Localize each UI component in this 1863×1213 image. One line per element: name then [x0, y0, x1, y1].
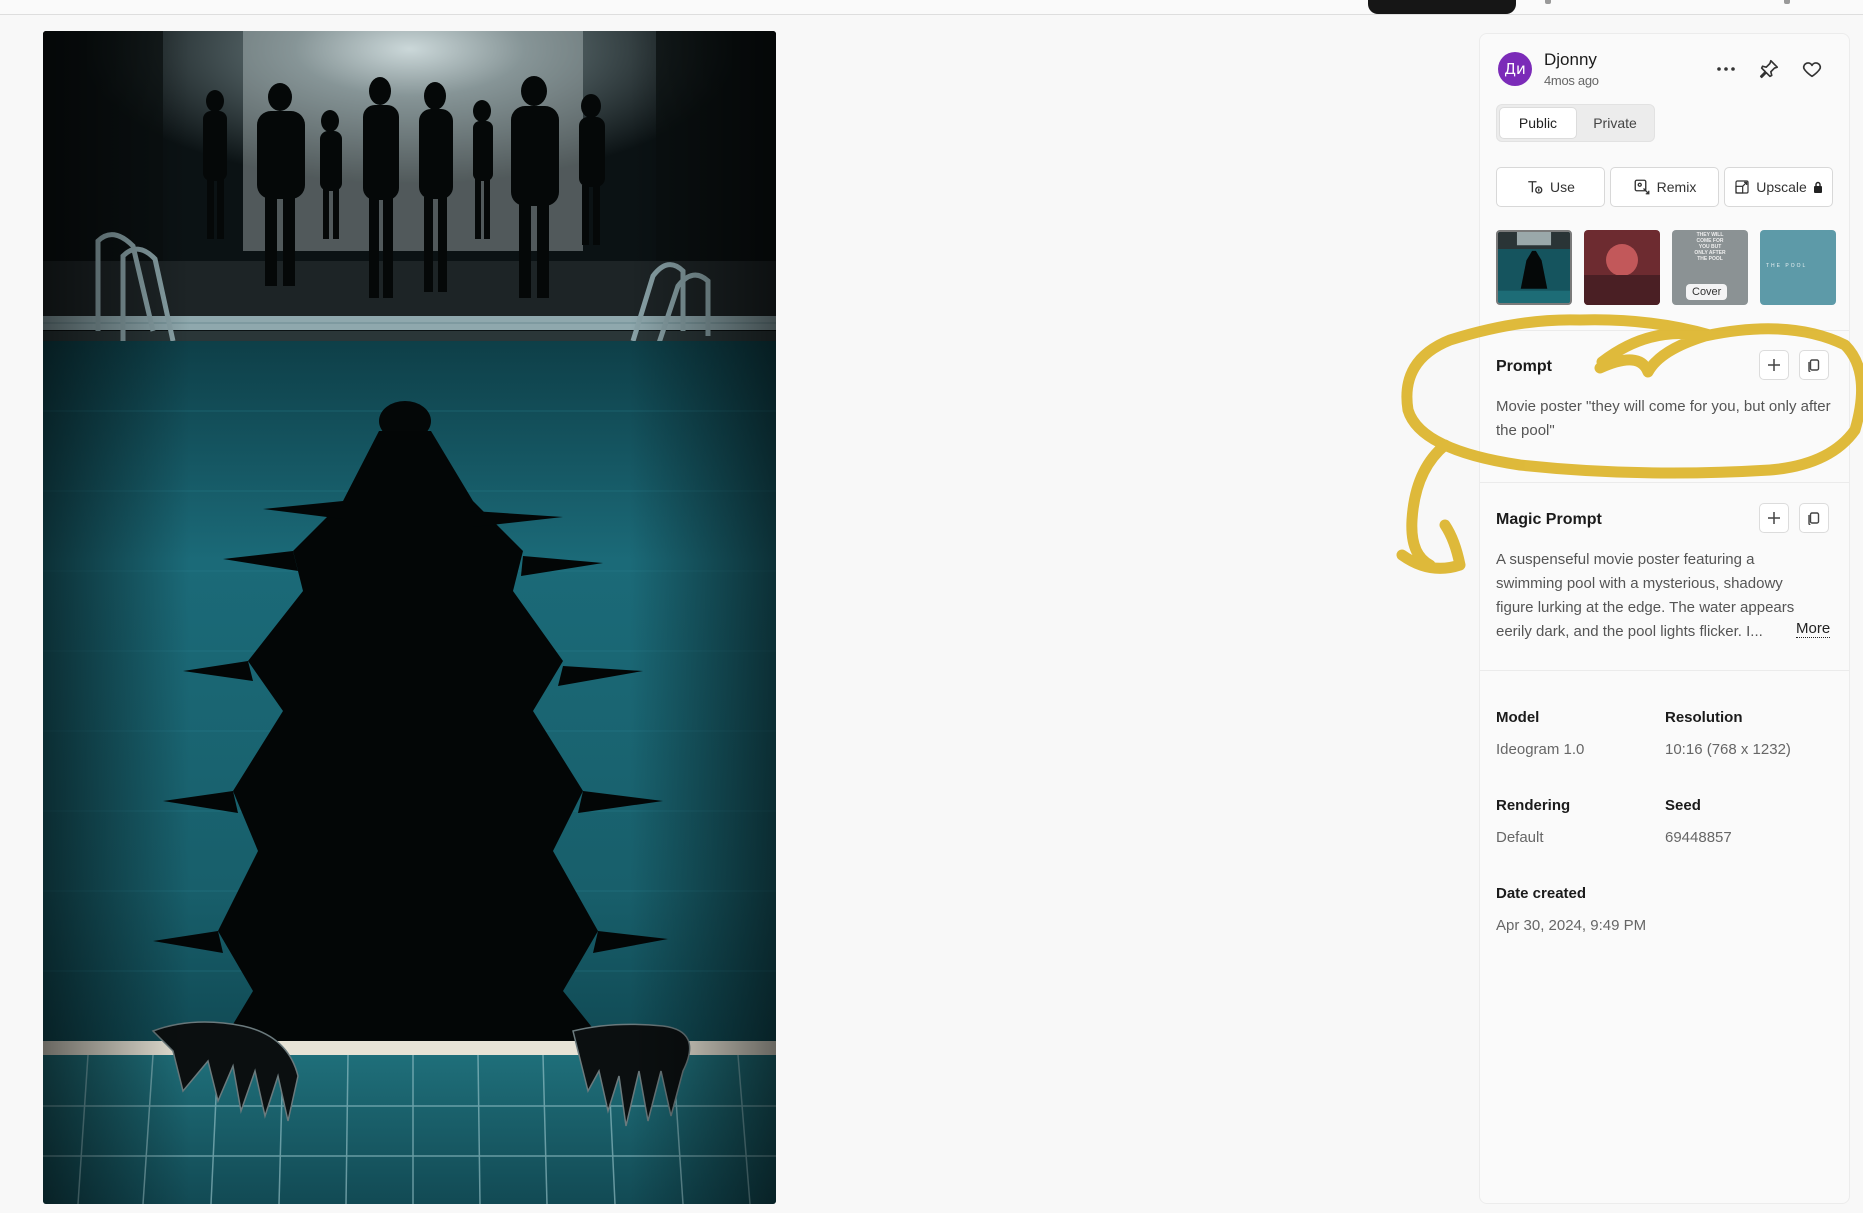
more-options-button[interactable] — [1710, 53, 1742, 85]
copy-prompt-button[interactable] — [1799, 350, 1829, 380]
thumbnail-4-text: THE POOL — [1766, 263, 1808, 269]
plus-icon — [1768, 512, 1780, 524]
use-button[interactable]: Use — [1496, 167, 1605, 207]
more-link[interactable]: More — [1796, 620, 1831, 638]
magic-prompt-title: Magic Prompt — [1496, 511, 1602, 528]
upscale-icon — [1735, 180, 1749, 194]
text-format-icon — [1528, 181, 1543, 194]
ellipsis-icon — [1717, 67, 1735, 71]
author-name[interactable]: Djonny — [1544, 50, 1597, 70]
like-button[interactable] — [1796, 53, 1828, 85]
thumbnail-2[interactable] — [1584, 230, 1660, 305]
upscale-label: Upscale — [1756, 179, 1807, 195]
divider — [1480, 670, 1849, 671]
visibility-toggle: Public Private — [1496, 104, 1655, 142]
author-header: Ди Djonny 4mos ago — [1480, 34, 1849, 94]
copy-magic-prompt-button[interactable] — [1799, 503, 1829, 533]
cover-badge: Cover — [1686, 284, 1728, 300]
top-bar-fragment — [1784, 0, 1790, 4]
remix-icon — [1634, 179, 1650, 195]
pin-icon — [1759, 59, 1779, 79]
use-label: Use — [1550, 179, 1575, 195]
upscale-button[interactable]: Upscale — [1724, 167, 1833, 207]
remix-label: Remix — [1656, 179, 1697, 195]
add-magic-prompt-button[interactable] — [1759, 503, 1789, 533]
visibility-private[interactable]: Private — [1577, 107, 1653, 139]
divider — [1480, 482, 1849, 483]
remix-button[interactable]: Remix — [1610, 167, 1719, 207]
thumbnail-1[interactable] — [1496, 230, 1572, 305]
image-details-panel: Ди Djonny 4mos ago Public Private Use Re… — [1479, 33, 1850, 1204]
top-bar — [0, 0, 1863, 15]
thumbnail-4[interactable]: THE POOL — [1760, 230, 1836, 305]
avatar[interactable]: Ди — [1498, 52, 1532, 86]
timestamp: 4mos ago — [1544, 73, 1599, 88]
resolution-label: Resolution — [1665, 709, 1743, 726]
copy-icon — [1808, 512, 1820, 525]
thumbnail-3[interactable]: THEY WILL COME FOR YOU BUT ONLY AFTER TH… — [1672, 230, 1748, 305]
prompt-title: Prompt — [1496, 358, 1552, 375]
heart-icon — [1802, 62, 1822, 78]
pin-button[interactable] — [1753, 53, 1785, 85]
generated-image[interactable] — [43, 31, 776, 1204]
visibility-public[interactable]: Public — [1499, 107, 1577, 139]
prompt-text: Movie poster "they will come for you, bu… — [1496, 398, 1831, 439]
seed-value: 69448857 — [1665, 829, 1732, 846]
model-label: Model — [1496, 709, 1540, 726]
rendering-value: Default — [1496, 829, 1544, 846]
divider — [1480, 330, 1849, 331]
top-bar-fragment — [1545, 0, 1551, 4]
top-dark-tab[interactable] — [1368, 0, 1516, 14]
copy-icon — [1808, 359, 1820, 372]
plus-icon — [1768, 359, 1780, 371]
rendering-label: Rendering — [1496, 797, 1571, 814]
model-value: Ideogram 1.0 — [1496, 741, 1585, 758]
add-prompt-button[interactable] — [1759, 350, 1789, 380]
magic-prompt-text: A suspenseful movie poster featuring a s… — [1496, 551, 1795, 640]
date-created-label: Date created — [1496, 885, 1587, 902]
seed-label: Seed — [1665, 797, 1701, 814]
thumbnail-3-text: THEY WILL COME FOR YOU BUT ONLY AFTER TH… — [1694, 232, 1726, 262]
lock-icon — [1813, 181, 1822, 193]
resolution-value: 10:16 (768 x 1232) — [1665, 741, 1791, 758]
date-created-value: Apr 30, 2024, 9:49 PM — [1496, 917, 1647, 934]
